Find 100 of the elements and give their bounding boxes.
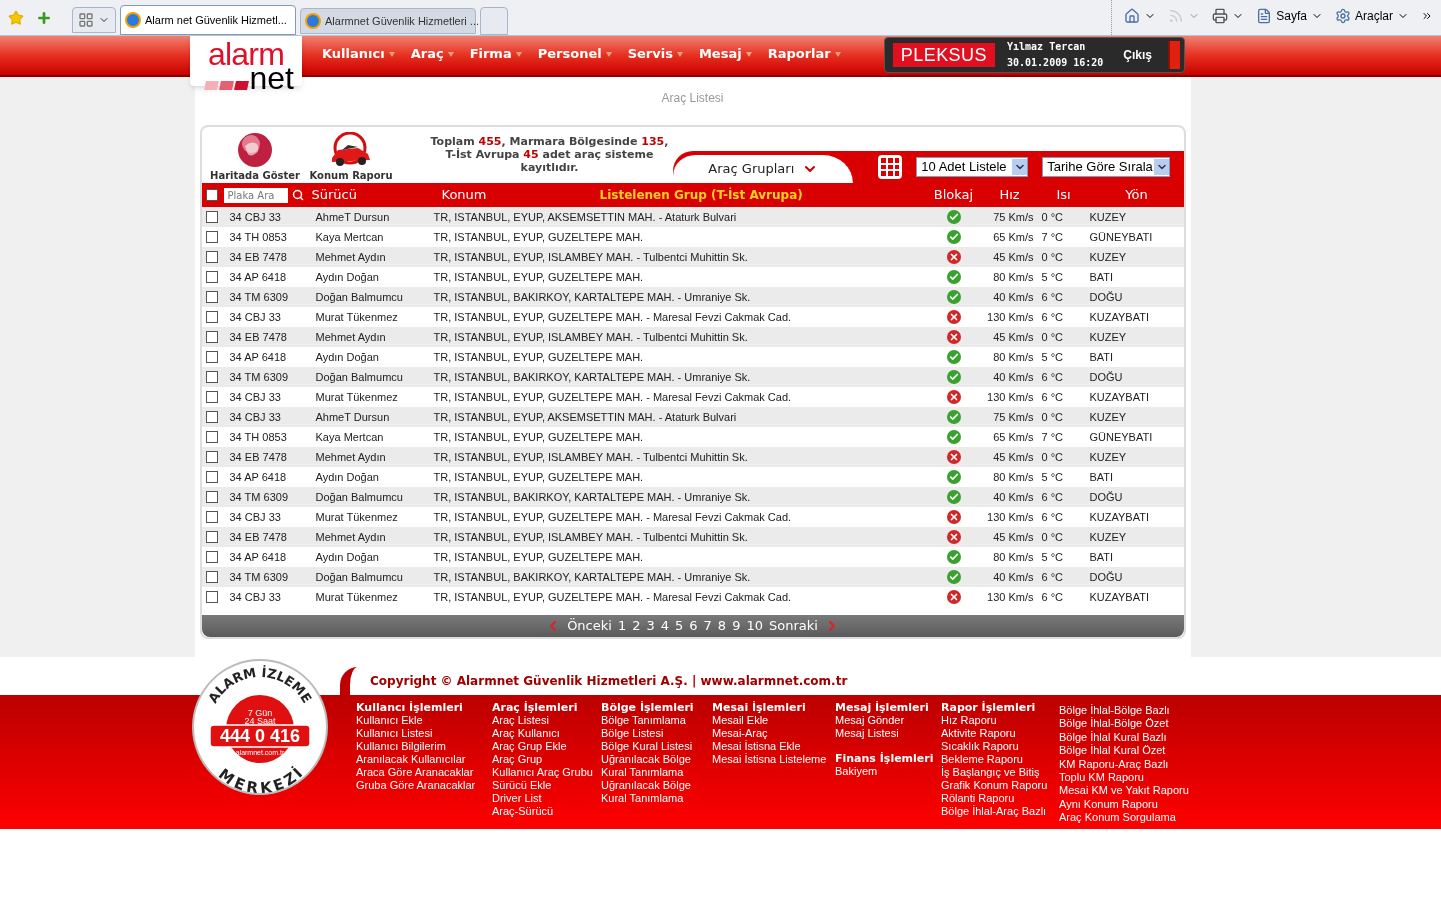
footer-link[interactable]: Kural Tanımlama	[601, 766, 712, 779]
show-on-map-button[interactable]: Haritada Göster	[205, 132, 305, 183]
grid-view-icon[interactable]	[878, 155, 903, 179]
page-link[interactable]: 2	[632, 616, 641, 636]
page-size-dropdown[interactable]: 10 Adet Listele	[916, 157, 1029, 177]
footer-link[interactable]: Bölge İhlal-Bölge Özet	[1059, 717, 1189, 731]
row-checkbox[interactable]	[205, 531, 218, 543]
footer-link[interactable]: Kullanıcı Araç Grubu	[492, 766, 601, 779]
row-checkbox[interactable]	[205, 291, 218, 303]
footer-link[interactable]: Araç Listesi	[492, 714, 601, 727]
footer-link[interactable]: Kural Tanımlama	[601, 792, 712, 805]
row-checkbox[interactable]	[205, 271, 218, 283]
menu-item[interactable]: Araç	[410, 44, 454, 64]
search-icon[interactable]	[291, 189, 304, 201]
row-checkbox[interactable]	[205, 331, 218, 343]
add-favorite-icon[interactable]	[36, 9, 52, 26]
footer-link[interactable]: Bölge İhlal Kural Bazlı	[1059, 730, 1189, 745]
footer-link[interactable]: Mesai-Araç	[712, 727, 835, 740]
select-all-checkbox[interactable]	[205, 189, 218, 201]
footer-link[interactable]: Kullanıcı Ekle	[356, 714, 492, 727]
row-checkbox[interactable]	[205, 511, 218, 523]
home-toolbar-button[interactable]	[1124, 7, 1157, 24]
footer-link[interactable]: Hız Raporu	[941, 714, 1059, 727]
location-report-button[interactable]: Konum Raporu	[306, 132, 396, 183]
browser-tab[interactable]: Alarmnet Güvenlik Hizmetleri ...	[300, 8, 476, 34]
footer-link[interactable]: Bakiyem	[835, 765, 941, 778]
footer-link[interactable]: Mesai İstisna Listeleme	[712, 753, 835, 766]
footer-link[interactable]: Grafik Konum Raporu	[941, 779, 1059, 792]
footer-link[interactable]: Kullanıcı Listesi	[356, 727, 492, 740]
row-checkbox[interactable]	[205, 371, 218, 383]
quick-tabs-button[interactable]	[72, 7, 116, 33]
footer-link[interactable]: Araç Grup	[492, 753, 601, 766]
previous-link[interactable]: Önceki	[567, 616, 612, 636]
page-link[interactable]: 9	[732, 616, 741, 636]
row-checkbox[interactable]	[205, 411, 218, 423]
footer-link[interactable]: Mesaj Listesi	[835, 727, 941, 740]
row-checkbox[interactable]	[205, 251, 218, 263]
row-checkbox[interactable]	[205, 591, 218, 603]
page-toolbar-button[interactable]: Sayfa	[1256, 6, 1323, 25]
footer-link[interactable]: Uğranılacak Bölge	[601, 753, 712, 766]
print-toolbar-button[interactable]	[1212, 7, 1245, 24]
footer-link[interactable]: Bölge İhlal-Bölge Bazlı	[1059, 704, 1189, 718]
vehicle-groups-tab[interactable]: Araç Grupları	[673, 153, 854, 183]
row-checkbox[interactable]	[205, 311, 218, 323]
footer-link[interactable]: Sürücü Ekle	[492, 779, 601, 792]
menu-item[interactable]: Kullanıcı	[322, 44, 395, 64]
menu-item[interactable]: Personel	[537, 44, 612, 64]
footer-link[interactable]: Mesail Ekle	[712, 714, 835, 727]
menu-item[interactable]: Mesaj	[698, 44, 752, 64]
page-link[interactable]: 7	[703, 616, 712, 636]
row-checkbox[interactable]	[205, 351, 218, 363]
row-checkbox[interactable]	[205, 391, 218, 403]
footer-link[interactable]: Araç Grup Ekle	[492, 740, 601, 753]
footer-link[interactable]: Bölge Kural Listesi	[601, 740, 712, 753]
page-link[interactable]: 5	[675, 616, 684, 636]
footer-link[interactable]: Bölge İhlal Kural Özet	[1059, 744, 1189, 758]
footer-link[interactable]: Uğranılacak Bölge	[601, 779, 712, 792]
tools-toolbar-button[interactable]: Araçlar	[1335, 6, 1409, 25]
footer-link[interactable]: Mesai İstisna Ekle	[712, 740, 835, 753]
row-checkbox[interactable]	[205, 471, 218, 483]
footer-link[interactable]: Rölanti Raporu	[941, 792, 1059, 805]
row-checkbox[interactable]	[205, 431, 218, 443]
footer-link[interactable]: Araç Kullanıcı	[492, 727, 601, 740]
row-checkbox[interactable]	[205, 211, 218, 223]
footer-link[interactable]: Aynı Konum Raporu	[1059, 797, 1189, 812]
menu-item[interactable]: Raporlar	[767, 44, 841, 64]
menu-item[interactable]: Firma	[469, 44, 522, 64]
menu-item[interactable]: Servis	[627, 44, 683, 64]
footer-link[interactable]: Araç Konum Sorgulama	[1059, 811, 1189, 825]
browser-tab[interactable]: Alarm net Güvenlik Hizmetl...	[120, 5, 296, 35]
footer-link[interactable]: Bölge Tanımlama	[601, 714, 712, 727]
footer-link[interactable]: Mesai KM ve Yakıt Raporu	[1059, 784, 1189, 798]
footer-link[interactable]: Aranılacak Kullanıcılar	[356, 753, 492, 766]
footer-link[interactable]: Sıcaklık Raporu	[941, 740, 1059, 753]
row-checkbox[interactable]	[205, 451, 218, 463]
page-link[interactable]: 6	[689, 616, 698, 636]
footer-link[interactable]: Bekleme Raporu	[941, 753, 1059, 766]
row-checkbox[interactable]	[205, 231, 218, 243]
page-link[interactable]: 8	[717, 616, 727, 636]
footer-link[interactable]: Mesaj Gönder	[835, 714, 941, 727]
page-link[interactable]: 1	[617, 616, 627, 636]
footer-link[interactable]: Araç-Sürücü	[492, 805, 601, 818]
footer-link[interactable]: Bölge Listesi	[601, 727, 712, 740]
footer-link[interactable]: Aktivite Raporu	[941, 727, 1059, 740]
row-checkbox[interactable]	[205, 571, 218, 583]
page-link[interactable]: 10	[746, 616, 763, 636]
next-link[interactable]: Sonraki	[768, 616, 818, 636]
footer-link[interactable]: KM Raporu-Araç Bazlı	[1059, 757, 1189, 772]
footer-link[interactable]: Gruba Göre Aranacaklar	[356, 779, 492, 792]
plate-search-field[interactable]: Plaka Ara	[223, 187, 288, 203]
page-link[interactable]: 4	[660, 616, 669, 636]
row-checkbox[interactable]	[205, 551, 218, 563]
sort-dropdown[interactable]: Tarihe Göre Sırala	[1042, 157, 1171, 177]
footer-link[interactable]: Bölge İhlal-Araç Bazlı	[941, 805, 1059, 818]
page-link[interactable]: 3	[646, 616, 655, 636]
row-checkbox[interactable]	[205, 491, 218, 503]
footer-link[interactable]: Driver List	[492, 792, 601, 805]
footer-link[interactable]: Kullanıcı Bilgilerim	[356, 740, 492, 753]
footer-link[interactable]: Araca Göre Aranacaklar	[356, 766, 492, 779]
footer-link[interactable]: İş Başlangıç ve Bitiş	[941, 766, 1059, 779]
